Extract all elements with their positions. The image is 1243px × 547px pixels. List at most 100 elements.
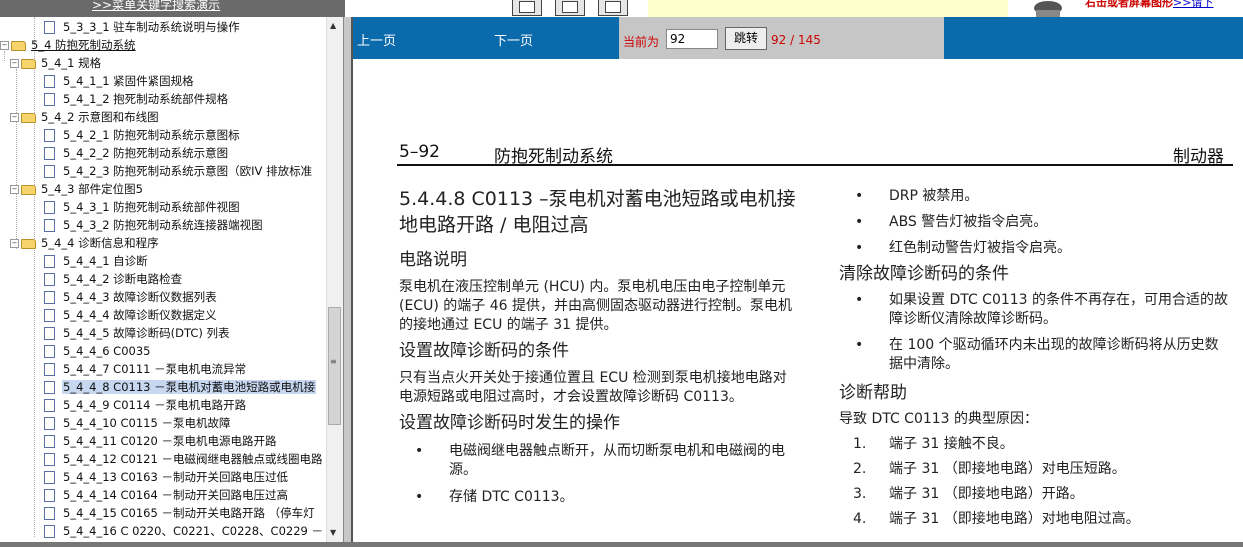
tree-folder-item[interactable]: − 5_4_3 部件定位图5 — [10, 180, 144, 198]
help-heading: 诊断帮助 — [839, 383, 907, 403]
action-list: 电磁阀继电器触点断开，从而切断泵电机和电磁阀的电源。 存储 DTC C0113。 — [399, 442, 799, 507]
document-icon — [44, 255, 55, 268]
document-page: 5–92 防抱死制动系统 制动器 5.4.4.8 C0113 –泵电机对蓄电池短… — [353, 59, 1243, 542]
tree-doc-item[interactable]: 5_4_4_11 C0120 －泵电机电源电路开路 — [44, 432, 277, 450]
tree-line — [34, 17, 35, 537]
tree-doc-item[interactable]: 5_4_4_8 C0113 －泵电机对蓄电池短路或电机接 — [44, 378, 317, 396]
collapse-icon[interactable]: − — [10, 239, 19, 248]
panel-splitter[interactable] — [343, 17, 353, 542]
document-icon — [44, 273, 55, 286]
tree-doc-item[interactable]: 5_4_2_3 防抱死制动系统示意图（欧IV 排放标准 — [44, 162, 313, 180]
tree-doc-item[interactable]: 5_4_1_2 抱死制动系统部件规格 — [44, 90, 229, 108]
tree-folder-item[interactable]: − 5_4_2 示意图和布线图 — [10, 108, 160, 126]
page-jump-box: 当前为 跳转 92 / 145 — [619, 17, 944, 59]
tree-doc-item[interactable]: 5_4_4_16 C 0220、C0221、C0228、C0229 － — [44, 522, 324, 540]
tree-doc-item[interactable]: 5_4_4_13 C0163 －制动开关回路电压过低 — [44, 468, 289, 486]
tree-folder-item[interactable]: − 5_4_1 规格 — [10, 54, 102, 72]
tree-doc-item[interactable]: 5_4_4_4 故障诊断仪数据定义 — [44, 306, 218, 324]
document-icon — [44, 471, 55, 484]
document-icon — [44, 75, 55, 88]
scroll-down-icon[interactable]: ▼ — [330, 528, 336, 537]
top-banner — [648, 0, 1008, 17]
hint-link[interactable]: >>请下 — [1173, 0, 1213, 9]
document-icon — [44, 147, 55, 160]
page-title: 5.4.4.8 C0113 –泵电机对蓄电池短路或电机接地电路开路 / 电阻过高 — [399, 188, 796, 236]
page-number-input[interactable] — [666, 29, 718, 49]
help-list: 1. 端子 31 接触不良。 2. 端子 31 （即接地电路）对电压短路。 3. 端子 3… — [839, 435, 1231, 529]
document-icon — [44, 363, 55, 376]
list-item: 红色制动警告灯被指令启亮。 — [839, 239, 1231, 258]
tree-doc-item[interactable]: 5_4_4_1 自诊断 — [44, 252, 149, 270]
tree-scrollbar[interactable]: ▲ ≡ ▼ — [326, 17, 343, 542]
collapse-icon[interactable]: − — [10, 59, 19, 68]
tree-doc-item[interactable]: 5_4_4_14 C0164 －制动开关回路电压过高 — [44, 486, 289, 504]
grip-icon: ≡ — [330, 357, 337, 366]
jump-button[interactable]: 跳转 — [725, 27, 767, 50]
tree-doc-item[interactable]: 5_4_4_3 故障诊断仪数据列表 — [44, 288, 218, 306]
tree-item-label: 5_4_4 诊断信息和程序 — [41, 236, 159, 250]
tree-item-label: 5_4_4_15 C0165 －制动开关电路开路 （停车灯 — [63, 506, 315, 520]
tree-doc-item[interactable]: 5_4_3_2 防抱死制动系统连接器端视图 — [44, 216, 264, 234]
document-icon — [44, 21, 55, 34]
tree-doc-item[interactable]: 5_4_1_1 紧固件紧固规格 — [44, 72, 195, 90]
tree-item-label: 5_4_4_5 故障诊断码(DTC) 列表 — [63, 326, 230, 340]
keyword-search-link[interactable]: >>菜单关键字搜索演示 — [92, 0, 220, 13]
document-icon — [44, 219, 55, 232]
set-text: 只有当点火开关处于接通位置且 ECU 检测到泵电机接地电路对电源短路或电阻过高时… — [399, 370, 787, 405]
tree-item-label: 5_4_4_6 C0035 — [63, 344, 151, 358]
document-icon — [44, 327, 55, 340]
tree-item-label: 5_4_4_10 C0115 －泵电机故障 — [63, 416, 231, 430]
tree-item-label: 5_4_4_12 C0121 －电磁阀继电器触点或线圈电路 — [63, 452, 323, 466]
tree-doc-item[interactable]: 5_4_3_1 防抱死制动系统部件视图 — [44, 198, 241, 216]
tree-doc-item[interactable]: 5_4_4_6 C0035 — [44, 342, 151, 360]
list-number: 4. — [853, 511, 867, 527]
tree-doc-item[interactable]: 5_4_2_1 防抱死制动系统示意图标 — [44, 126, 241, 144]
tree-folder-item[interactable]: − 5_4_4 诊断信息和程序 — [10, 234, 160, 252]
tree-doc-item[interactable]: 5_4_4_12 C0121 －电磁阀继电器触点或线圈电路 — [44, 450, 323, 468]
action-heading: 设置故障诊断码时发生的操作 — [399, 413, 620, 433]
document-icon — [44, 435, 55, 448]
toc-tree[interactable]: 5_3_3_1 驻车制动系统说明与操作 − 5_4 防抱死制动系统 − 5_4_1 规格… — [0, 17, 343, 542]
tree-doc-item[interactable]: 5_4_4_15 C0165 －制动开关电路开路 （停车灯 — [44, 504, 316, 522]
tree-doc-item[interactable]: 5_4_4_2 诊断电路检查 — [44, 270, 183, 288]
tree-doc-item[interactable]: 5_3_3_1 驻车制动系统说明与操作 — [44, 18, 241, 36]
toolbar-button-2[interactable] — [555, 0, 585, 16]
tree-item-label: 5_4_4_16 C 0220、C0221、C0228、C0229 － — [63, 524, 323, 538]
list-item: 3. 端子 31 （即接地电路）开路。 — [839, 485, 1231, 504]
top-left-bar: >>菜单关键字搜索演示 — [0, 0, 345, 17]
tree-doc-item[interactable]: 5_4_4_10 C0115 －泵电机故障 — [44, 414, 231, 432]
tree-item-label: 5_4_4_8 C0113 －泵电机对蓄电池短路或电机接 — [62, 380, 317, 394]
tree-doc-item[interactable]: 5_4_4_5 故障诊断码(DTC) 列表 — [44, 324, 231, 342]
next-page-link[interactable]: 下一页 — [494, 30, 533, 49]
folder-icon — [21, 112, 36, 123]
prev-page-link[interactable]: 上一页 — [357, 30, 396, 49]
document-icon — [44, 489, 55, 502]
list-item: 如果设置 DTC C0113 的条件不再存在，可用合适的故障诊断仪清除故障诊断码… — [839, 291, 1231, 329]
left-column: 5.4.4.8 C0113 –泵电机对蓄电池短路或电机接地电路开路 / 电阻过高… — [399, 186, 799, 507]
tree-doc-item[interactable]: 5_4_4_7 C0111 －泵电机电流异常 — [44, 360, 247, 378]
document-icon — [44, 93, 55, 106]
toolbar-button-3[interactable] — [598, 0, 628, 16]
set-heading: 设置故障诊断码的条件 — [399, 341, 569, 361]
collapse-icon[interactable]: − — [10, 113, 19, 122]
list-text: 端子 31 （即接地电路）对电压短路。 — [889, 461, 1126, 477]
collapse-icon[interactable]: − — [10, 185, 19, 194]
folder-icon — [11, 40, 26, 51]
tree-item-label: 5_4_4_4 故障诊断仪数据定义 — [63, 308, 217, 322]
list-item: 在 100 个驱动循环内未出现的故障诊断码将从历史数据中清除。 — [839, 336, 1231, 374]
document-icon — [44, 507, 55, 520]
person-icon — [1034, 1, 1062, 17]
tree-doc-item[interactable]: 5_4_2_2 防抱死制动系统示意图 — [44, 144, 229, 162]
top-strip: >>菜单关键字搜索演示 右击或者屏幕图形>>请下 — [0, 0, 1243, 17]
window-icon — [519, 1, 535, 13]
clear-heading: 清除故障诊断码的条件 — [839, 264, 1009, 284]
circuit-text: 泵电机在液压控制单元 (HCU) 内。泵电机电压由电子控制单元 (ECU) 的端… — [399, 279, 792, 333]
document-icon — [44, 381, 55, 394]
scroll-up-icon[interactable]: ▲ — [330, 21, 336, 30]
collapse-icon[interactable]: − — [0, 41, 9, 50]
folder-icon — [21, 184, 36, 195]
toolbar-button-1[interactable] — [512, 0, 542, 16]
tree-folder-item[interactable]: − 5_4 防抱死制动系统 — [0, 36, 137, 54]
scroll-thumb[interactable] — [328, 307, 341, 425]
tree-doc-item[interactable]: 5_4_4_9 C0114 －泵电机电路开路 — [44, 396, 247, 414]
